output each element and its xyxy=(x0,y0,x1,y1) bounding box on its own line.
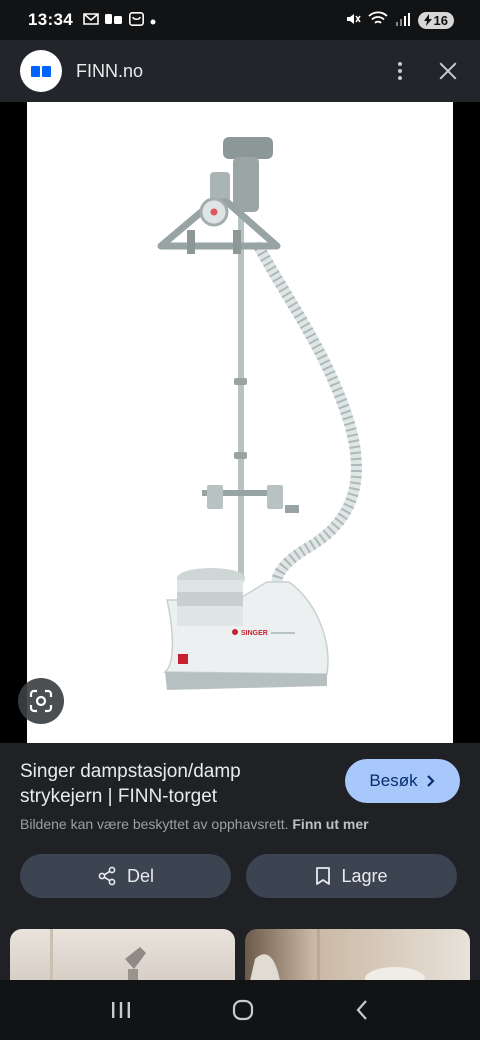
bookmark-icon xyxy=(316,867,331,885)
battery-icon: 16 xyxy=(417,11,454,29)
back-icon[interactable] xyxy=(354,998,370,1022)
wifi-icon xyxy=(367,11,388,30)
result-info-panel: Singer dampstasjon/damp strykejern | FIN… xyxy=(0,743,480,981)
gmail-icon xyxy=(83,12,99,28)
related-image-thumbnail[interactable] xyxy=(245,929,470,981)
notification-icons xyxy=(83,11,156,29)
battery-level: 16 xyxy=(433,12,448,28)
product-image[interactable]: SINGER xyxy=(27,102,453,743)
system-nav-bar xyxy=(0,980,480,1040)
visit-button[interactable]: Besøk xyxy=(345,759,460,803)
finn-logo-icon xyxy=(20,50,62,92)
recent-apps-icon[interactable] xyxy=(110,1000,132,1020)
header-actions xyxy=(392,58,460,84)
image-viewer: SINGER xyxy=(0,102,480,743)
product-brand-text: SINGER xyxy=(241,630,268,637)
lens-search-button[interactable] xyxy=(18,678,64,724)
app-header: FINN.no xyxy=(0,40,480,102)
status-bar: 13:34 16 xyxy=(0,0,480,40)
copyright-notice: Bildene kan være beskyttet av opphavsret… xyxy=(20,816,369,832)
message-icon xyxy=(104,13,123,28)
site-name: FINN.no xyxy=(76,60,144,81)
mute-icon xyxy=(345,11,361,30)
more-options-icon[interactable] xyxy=(392,58,408,84)
result-title[interactable]: Singer dampstasjon/damp strykejern | FIN… xyxy=(20,759,320,809)
share-button[interactable]: Del xyxy=(20,854,231,898)
signal-icon xyxy=(395,12,411,29)
learn-more-link[interactable]: Finn ut mer xyxy=(292,816,368,832)
save-button[interactable]: Lagre xyxy=(246,854,457,898)
lens-icon xyxy=(29,689,53,713)
status-time: 13:34 xyxy=(28,10,73,29)
chevron-right-icon xyxy=(426,775,435,787)
related-image-thumbnail[interactable] xyxy=(10,929,235,981)
close-icon[interactable] xyxy=(436,59,460,83)
visit-label: Besøk xyxy=(369,771,418,790)
dot-icon xyxy=(150,13,156,28)
system-icons: 16 xyxy=(345,11,454,30)
home-icon[interactable] xyxy=(231,998,255,1022)
shop-icon xyxy=(128,11,144,29)
share-label: Del xyxy=(126,865,154,886)
copyright-text: Bildene kan være beskyttet av opphavsret… xyxy=(20,816,289,832)
share-icon xyxy=(98,866,116,886)
save-label: Lagre xyxy=(341,865,388,886)
